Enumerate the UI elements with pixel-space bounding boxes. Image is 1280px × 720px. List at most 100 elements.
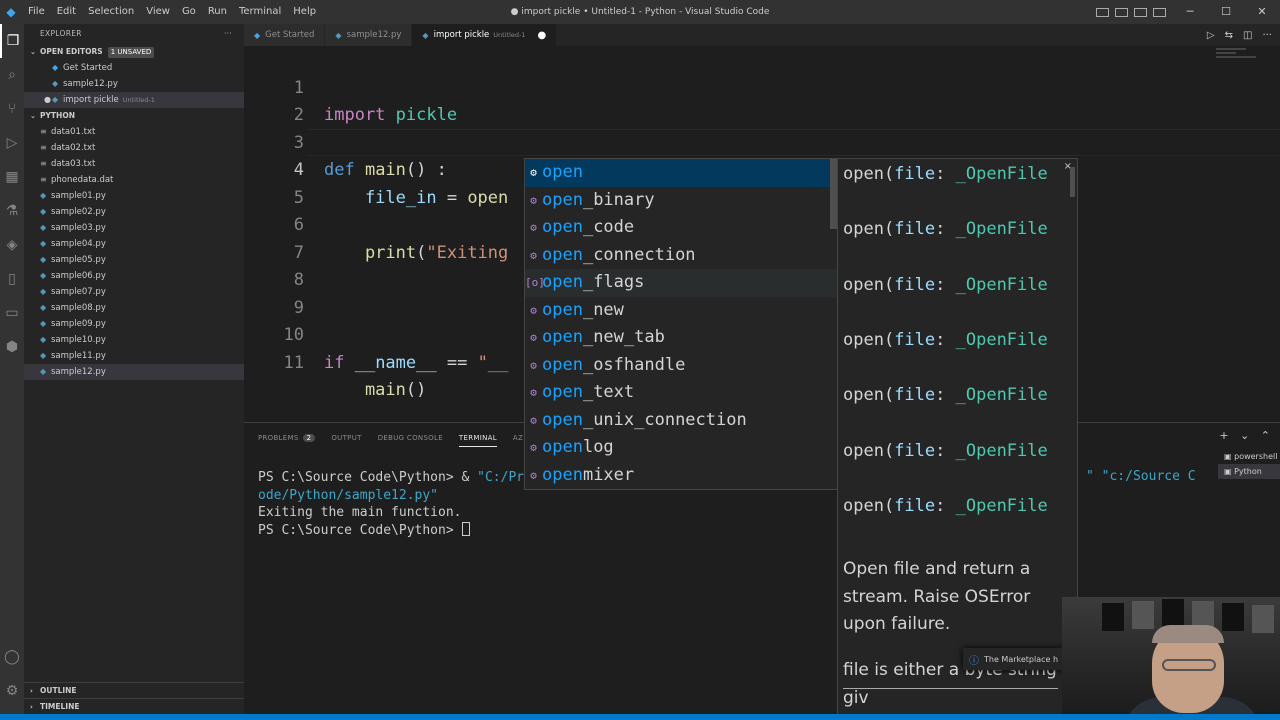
tab-label: sample12.py (346, 30, 402, 40)
suggestion-item[interactable]: ⚙ open _connection (525, 242, 837, 270)
menu-edit[interactable]: Edit (51, 0, 82, 24)
file-item[interactable]: ◆ sample01.py (24, 188, 244, 204)
search-icon[interactable]: ⌕ (0, 58, 24, 92)
more-actions-icon[interactable]: ··· (224, 24, 232, 44)
menu-run[interactable]: Run (202, 0, 233, 24)
suggestion-match: open (542, 244, 583, 265)
menu-terminal[interactable]: Terminal (233, 0, 287, 24)
editor-actions: ▷ ⇆ ◫ ··· (1197, 24, 1272, 46)
menu-selection[interactable]: Selection (82, 0, 140, 24)
suggestion-item[interactable]: ⚙ open log (525, 434, 837, 462)
tab-azure[interactable]: AZ (513, 430, 523, 446)
suggestion-item[interactable]: ⚙ open _unix_connection (525, 407, 837, 435)
file-item[interactable]: ◆ sample09.py (24, 316, 244, 332)
unsaved-dot-icon[interactable]: ● (44, 92, 52, 108)
timeline-section[interactable]: › TIMELINE (24, 698, 244, 715)
suggestion-match: open (542, 327, 583, 347)
minimap[interactable] (1216, 48, 1266, 68)
terminal-output[interactable]: PS C:\Source Code\Python> & "C:/Pr ode/P… (258, 469, 524, 539)
file-item[interactable]: ◆ sample05.py (24, 252, 244, 268)
suggestion-item[interactable]: ⚙ open mixer (525, 462, 837, 490)
file-label: sample08.py (51, 303, 106, 313)
terminal-item[interactable]: ▣ Python (1218, 464, 1280, 479)
toggle-secondary-sidebar-icon[interactable] (1134, 7, 1147, 17)
menu-view[interactable]: View (140, 0, 176, 24)
toggle-sidebar-icon[interactable] (1096, 7, 1109, 17)
details-scrollbar[interactable] (1070, 167, 1075, 197)
suggestion-item[interactable]: ⚙ open _new (525, 297, 837, 325)
suggestion-rest: _flags (582, 272, 645, 292)
tab-terminal[interactable]: TERMINAL (458, 430, 497, 447)
tab-problems[interactable]: PROBLEMS 2 (258, 430, 316, 446)
file-item[interactable]: ≡ data01.txt (24, 124, 244, 140)
folder-section[interactable]: ⌄ PYTHON (24, 108, 244, 124)
outline-section[interactable]: › OUTLINE (24, 682, 244, 699)
maximize-icon[interactable]: ☐ (1208, 0, 1244, 24)
file-item[interactable]: ◆ sample08.py (24, 300, 244, 316)
file-item[interactable]: ≡ phonedata.dat (24, 172, 244, 188)
suggestion-item[interactable]: ⚙ open _code (525, 214, 837, 242)
python-file-icon: ◆ (40, 351, 47, 360)
suggestion-item[interactable]: ⚙ open _new_tab (525, 324, 837, 352)
explorer-icon[interactable]: ❐ (0, 24, 24, 58)
notebook-icon[interactable]: ▯ (0, 262, 24, 296)
file-item[interactable]: ◆ sample11.py (24, 348, 244, 364)
source-control-icon[interactable]: ⑂ (0, 92, 24, 126)
file-item[interactable]: ≡ data02.txt (24, 140, 244, 156)
notification-toast[interactable]: ⓘ The Marketplace h (963, 648, 1063, 670)
minimize-icon[interactable]: ─ (1172, 0, 1208, 24)
python-file-icon: ◆ (52, 95, 59, 104)
unsaved-dot-icon[interactable]: ● (538, 30, 547, 41)
file-item[interactable]: ◆ sample04.py (24, 236, 244, 252)
python-file-icon: ◆ (40, 367, 47, 376)
tab-debug-console[interactable]: DEBUG CONSOLE (378, 430, 443, 446)
open-editors-section[interactable]: ⌄ OPEN EDITORS 1 UNSAVED (24, 44, 244, 60)
file-item[interactable]: ◆ sample03.py (24, 220, 244, 236)
terminal-item[interactable]: ▣ powershell (1218, 449, 1280, 464)
file-item[interactable]: ◆ sample07.py (24, 284, 244, 300)
more-actions-icon[interactable]: ··· (1262, 30, 1272, 41)
run-icon[interactable]: ▷ (1207, 30, 1215, 41)
python-file-icon: ◆ (40, 191, 47, 200)
tab-get-started[interactable]: ◆ Get Started (244, 24, 326, 46)
chevron-up-icon[interactable]: ⌃ (1261, 429, 1270, 442)
suggestion-item[interactable]: ⚙ open (525, 159, 837, 187)
customize-layout-icon[interactable] (1153, 7, 1166, 17)
testing-icon[interactable]: ⚗ (0, 194, 24, 228)
suggest-scrollbar[interactable] (830, 159, 837, 229)
vscode-window: ◆ File Edit Selection View Go Run Termin… (0, 0, 1280, 720)
remote-explorer-icon[interactable]: ▭ (0, 296, 24, 330)
suggestion-item[interactable]: ⚙ open _binary (525, 187, 837, 215)
docker-icon[interactable]: ⬢ (0, 330, 24, 364)
toggle-panel-icon[interactable] (1115, 7, 1128, 17)
tab-untitled-1[interactable]: ◆ import pickle Untitled-1 ● (412, 24, 558, 46)
file-item[interactable]: ◆ sample02.py (24, 204, 244, 220)
menu-go[interactable]: Go (176, 0, 202, 24)
menu-help[interactable]: Help (287, 0, 322, 24)
suggestion-match: open (542, 354, 583, 375)
file-item[interactable]: ◆ sample12.py (24, 364, 244, 380)
account-icon[interactable]: ◯ (0, 640, 24, 674)
new-terminal-icon[interactable]: + (1219, 429, 1228, 442)
close-window-icon[interactable]: ✕ (1244, 0, 1280, 24)
open-editor-item[interactable]: ◆ Get Started (24, 60, 244, 76)
split-editor-icon[interactable]: ◫ (1243, 30, 1252, 41)
file-item[interactable]: ◆ sample06.py (24, 268, 244, 284)
suggestion-item[interactable]: [o] open _flags (525, 269, 837, 297)
tab-output[interactable]: OUTPUT (331, 430, 361, 446)
open-editor-item[interactable]: ● ◆ import pickle Untitled-1 (24, 92, 244, 108)
file-item[interactable]: ◆ sample10.py (24, 332, 244, 348)
suggestion-item[interactable]: ⚙ open _osfhandle (525, 352, 837, 380)
open-changes-icon[interactable]: ⇆ (1225, 30, 1233, 41)
gear-icon[interactable]: ⚙ (0, 674, 24, 708)
chevron-down-icon[interactable]: ⌄ (1240, 429, 1249, 442)
tab-sample12[interactable]: ◆ sample12.py (325, 24, 413, 46)
python-icon[interactable]: ◈ (0, 228, 24, 262)
code-line: if __name__ == "__ (324, 352, 509, 373)
open-editor-item[interactable]: ◆ sample12.py (24, 76, 244, 92)
file-item[interactable]: ≡ data03.txt (24, 156, 244, 172)
extensions-icon[interactable]: ▦ (0, 160, 24, 194)
menu-file[interactable]: File (22, 0, 51, 24)
run-debug-icon[interactable]: ▷ (0, 126, 24, 160)
suggestion-item[interactable]: ⚙ open _text (525, 379, 837, 407)
